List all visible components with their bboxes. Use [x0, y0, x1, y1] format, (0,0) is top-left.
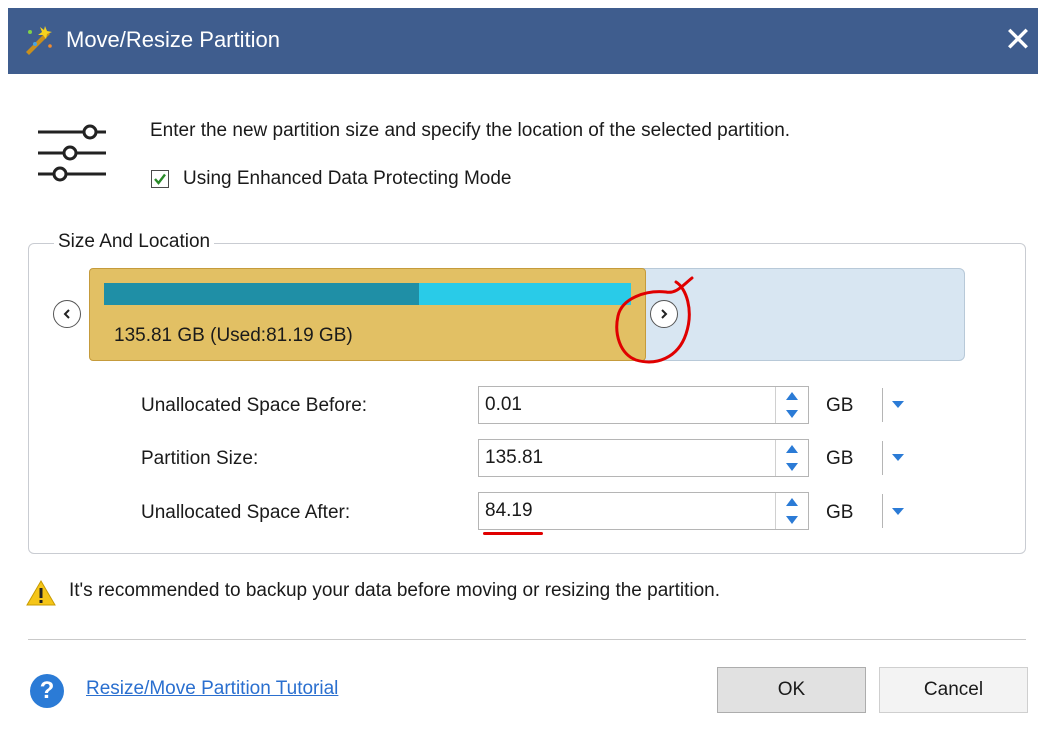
spin-up-button[interactable] — [776, 493, 808, 511]
red-circle-annotation — [615, 276, 694, 364]
spin-down-button[interactable] — [776, 405, 808, 423]
tutorial-link[interactable]: Resize/Move Partition Tutorial — [86, 678, 338, 700]
unit-label: GB — [826, 502, 854, 523]
window-title: Move/Resize Partition — [66, 27, 280, 52]
arrow-down-icon — [786, 463, 798, 471]
unallocated-before-field — [478, 386, 809, 424]
red-underline-annotation — [483, 532, 543, 535]
enhanced-mode-checkbox[interactable] — [151, 170, 169, 188]
spin-up-button[interactable] — [776, 387, 808, 405]
usage-bar — [104, 283, 631, 305]
warning-text: It's recommended to backup your data bef… — [69, 580, 721, 601]
ok-button[interactable]: OK — [717, 667, 866, 713]
instruction-text: Enter the new partition size and specify… — [150, 120, 791, 141]
unallocated-before-input[interactable] — [479, 387, 777, 423]
unit-dropdown[interactable] — [888, 448, 908, 468]
unit-separator — [882, 441, 883, 475]
chevron-left-icon — [63, 309, 70, 319]
spin-up-button[interactable] — [776, 440, 808, 458]
unit-separator — [882, 494, 883, 528]
warning-icon — [26, 580, 56, 606]
sliders-icon — [38, 124, 106, 182]
partition-size-spinner — [775, 440, 808, 476]
help-icon[interactable]: ? — [30, 674, 64, 708]
magic-wand-icon — [26, 26, 52, 55]
close-button[interactable]: ✕ — [1000, 20, 1036, 60]
partition-block[interactable]: 135.81 GB (Used:81.19 GB) — [89, 268, 646, 361]
unallocated-after-label: Unallocated Space After: — [141, 502, 351, 523]
arrow-up-icon — [786, 445, 798, 453]
unit-dropdown[interactable] — [888, 502, 908, 522]
close-icon: ✕ — [1003, 21, 1033, 59]
dropdown-arrow-icon — [892, 401, 904, 408]
unallocated-after-field — [478, 492, 809, 530]
move-left-handle[interactable] — [53, 300, 81, 328]
dropdown-arrow-icon — [892, 454, 904, 461]
enhanced-mode-label[interactable]: Using Enhanced Data Protecting Mode — [183, 168, 511, 190]
partition-size-label: 135.81 GB (Used:81.19 GB) — [114, 325, 353, 346]
partition-size-input[interactable] — [479, 440, 777, 476]
arrow-down-icon — [786, 410, 798, 418]
arrow-down-icon — [786, 516, 798, 524]
spin-down-button[interactable] — [776, 511, 808, 529]
dropdown-arrow-icon — [892, 508, 904, 515]
partition-size-field-label: Partition Size: — [141, 448, 259, 469]
divider — [28, 639, 1026, 640]
arrow-up-icon — [786, 498, 798, 506]
unallocated-after-input[interactable] — [479, 493, 777, 529]
group-title: Size And Location — [54, 231, 215, 253]
unit-label: GB — [826, 448, 854, 469]
cancel-button[interactable]: Cancel — [879, 667, 1028, 713]
unallocated-after-spinner — [775, 493, 808, 529]
unallocated-before-label: Unallocated Space Before: — [141, 395, 368, 416]
unit-dropdown[interactable] — [888, 395, 908, 415]
unallocated-before-spinner — [775, 387, 808, 423]
unit-separator — [882, 388, 883, 422]
partition-size-field — [478, 439, 809, 477]
checkmark-icon — [154, 173, 166, 185]
unit-label: GB — [826, 395, 854, 416]
used-space-fill — [104, 283, 420, 305]
arrow-up-icon — [786, 392, 798, 400]
spin-down-button[interactable] — [776, 458, 808, 476]
title-bar: Move/Resize Partition ✕ — [8, 8, 1038, 74]
